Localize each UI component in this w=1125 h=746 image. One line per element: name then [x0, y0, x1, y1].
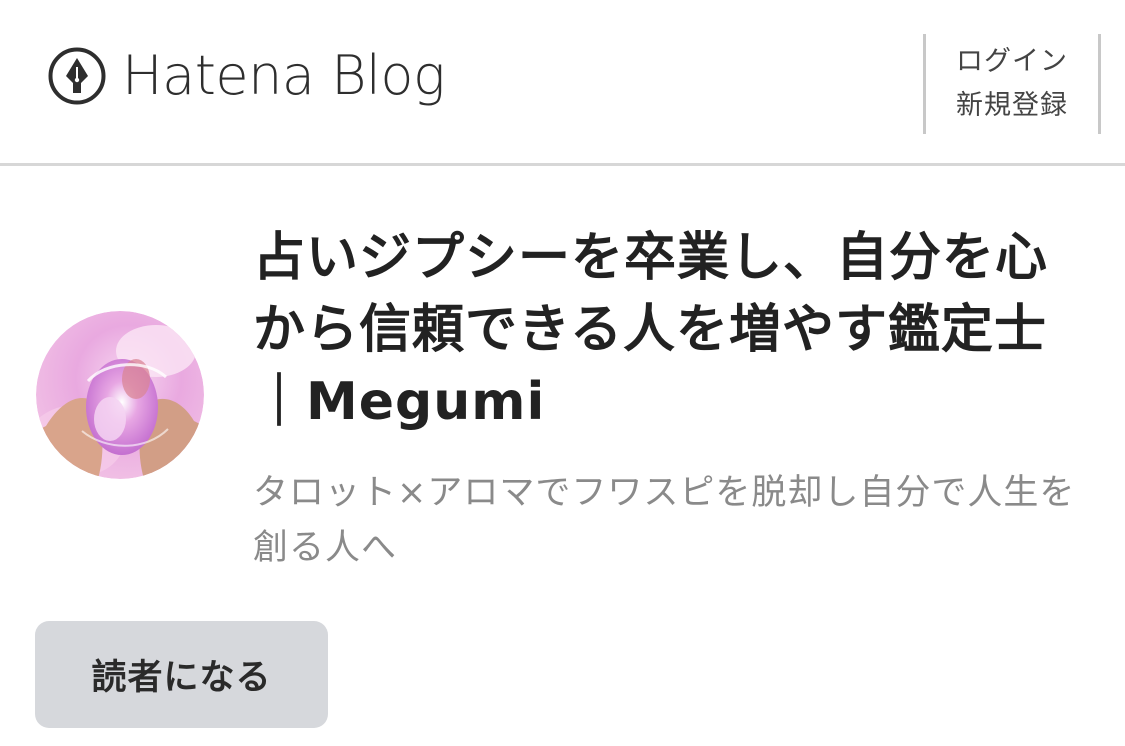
subscribe-button[interactable]: 読者になる [35, 621, 328, 728]
blog-title[interactable]: 占いジプシーを卒業し、自分を心から信頼できる人を増やす鑑定士｜Megumi [253, 222, 1073, 438]
blog-avatar[interactable] [36, 311, 204, 479]
fountain-pen-nib-icon [48, 47, 106, 105]
avatar-image [36, 311, 204, 479]
auth-links: ログイン 新規登録 [923, 34, 1101, 134]
signup-link[interactable]: 新規登録 [956, 84, 1068, 128]
blog-description: タロット×アロマでフワスピを脱却し自分で人生を創る人へ [253, 473, 1076, 568]
logo-wordmark: Hatena Blog [122, 44, 445, 107]
hatena-blog-logo[interactable]: Hatena Blog [48, 47, 445, 105]
site-header: Hatena Blog ログイン 新規登録 [0, 0, 1125, 166]
login-link[interactable]: ログイン [956, 40, 1068, 84]
